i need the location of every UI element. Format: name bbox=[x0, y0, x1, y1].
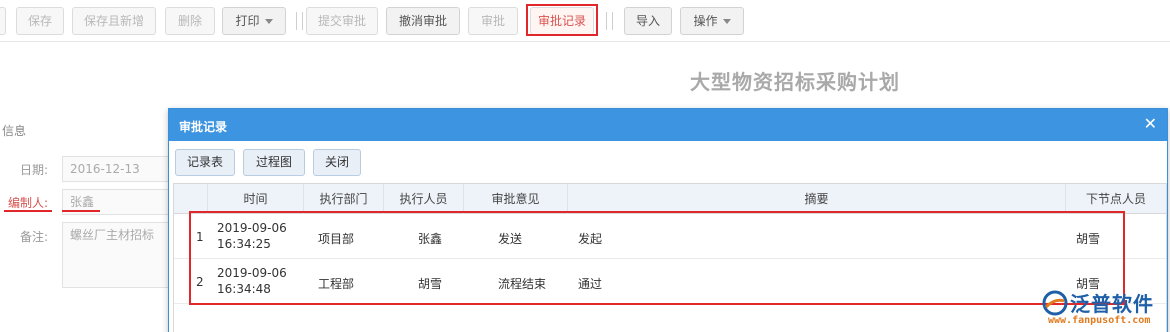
remarks-field[interactable]: 螺丝厂主材招标 bbox=[62, 222, 172, 288]
print-label: 打印 bbox=[235, 14, 260, 28]
column-header-person: 执行人员 bbox=[384, 184, 464, 214]
toolbar: 保存 保存且新增 删除 打印 提交审批 撤消审批 审批 审批记录 导入 操作 bbox=[0, 0, 1170, 42]
column-header-next-person: 下节点人员 bbox=[1085, 192, 1146, 206]
column-header-index bbox=[174, 184, 208, 214]
toolbar-partial-button[interactable] bbox=[0, 7, 6, 35]
process-chart-button[interactable]: 过程图 bbox=[243, 149, 305, 176]
chevron-down-icon bbox=[722, 19, 731, 24]
author-label: 编制人: bbox=[7, 196, 48, 210]
date-field[interactable]: 2016-12-13 bbox=[62, 156, 172, 182]
logo-icon bbox=[1042, 290, 1068, 316]
approval-records-dialog: 审批记录 ✕ 记录表 过程图 关闭 时间 执行部门 执行人员 审批意见 摘要 下… bbox=[168, 108, 1168, 332]
dialog-header: 审批记录 ✕ bbox=[169, 109, 1167, 141]
dialog-title: 审批记录 bbox=[179, 120, 228, 134]
section-label: 信息 bbox=[2, 124, 27, 138]
page-title: 大型物资招标采购计划 bbox=[690, 70, 900, 94]
remarks-label: 备注: bbox=[19, 230, 48, 244]
delete-button[interactable]: 删除 bbox=[165, 7, 215, 35]
close-icon[interactable]: ✕ bbox=[1144, 115, 1157, 133]
save-button[interactable]: 保存 bbox=[16, 7, 64, 35]
record-table-button[interactable]: 记录表 bbox=[175, 149, 235, 176]
column-header-department: 执行部门 bbox=[304, 184, 384, 214]
toolbar-divider bbox=[296, 12, 297, 30]
import-button[interactable]: 导入 bbox=[624, 7, 672, 35]
save-and-new-button[interactable]: 保存且新增 bbox=[72, 7, 156, 35]
highlight-box-records bbox=[189, 211, 1125, 305]
table-header: 时间 执行部门 执行人员 审批意见 摘要 下节点人员 bbox=[174, 184, 1166, 214]
column-header-summary: 摘要 bbox=[568, 184, 1066, 214]
submit-approval-button[interactable]: 提交审批 bbox=[306, 7, 378, 35]
actions-button[interactable]: 操作 bbox=[680, 7, 744, 35]
highlight-box-approval-records bbox=[526, 4, 598, 36]
revoke-approval-button[interactable]: 撤消审批 bbox=[386, 7, 460, 35]
toolbar-divider bbox=[606, 12, 607, 30]
column-header-opinion: 审批意见 bbox=[464, 184, 568, 214]
actions-label: 操作 bbox=[693, 14, 718, 28]
brand-logo: 泛普软件 www.fanpusoft.com bbox=[1042, 286, 1166, 330]
date-label: 日期: bbox=[19, 163, 48, 177]
print-button[interactable]: 打印 bbox=[222, 7, 286, 35]
brand-url: www.fanpusoft.com bbox=[1048, 315, 1151, 326]
toolbar-divider bbox=[612, 12, 613, 30]
close-button[interactable]: 关闭 bbox=[313, 149, 361, 176]
approve-button[interactable]: 审批 bbox=[468, 7, 518, 35]
underline-author-value bbox=[62, 210, 100, 212]
underline-author-label bbox=[4, 210, 52, 212]
brand-name: 泛普软件 bbox=[1070, 292, 1154, 316]
toolbar-divider bbox=[302, 12, 303, 30]
column-header-time: 时间 bbox=[208, 184, 304, 214]
chevron-down-icon bbox=[264, 19, 273, 24]
